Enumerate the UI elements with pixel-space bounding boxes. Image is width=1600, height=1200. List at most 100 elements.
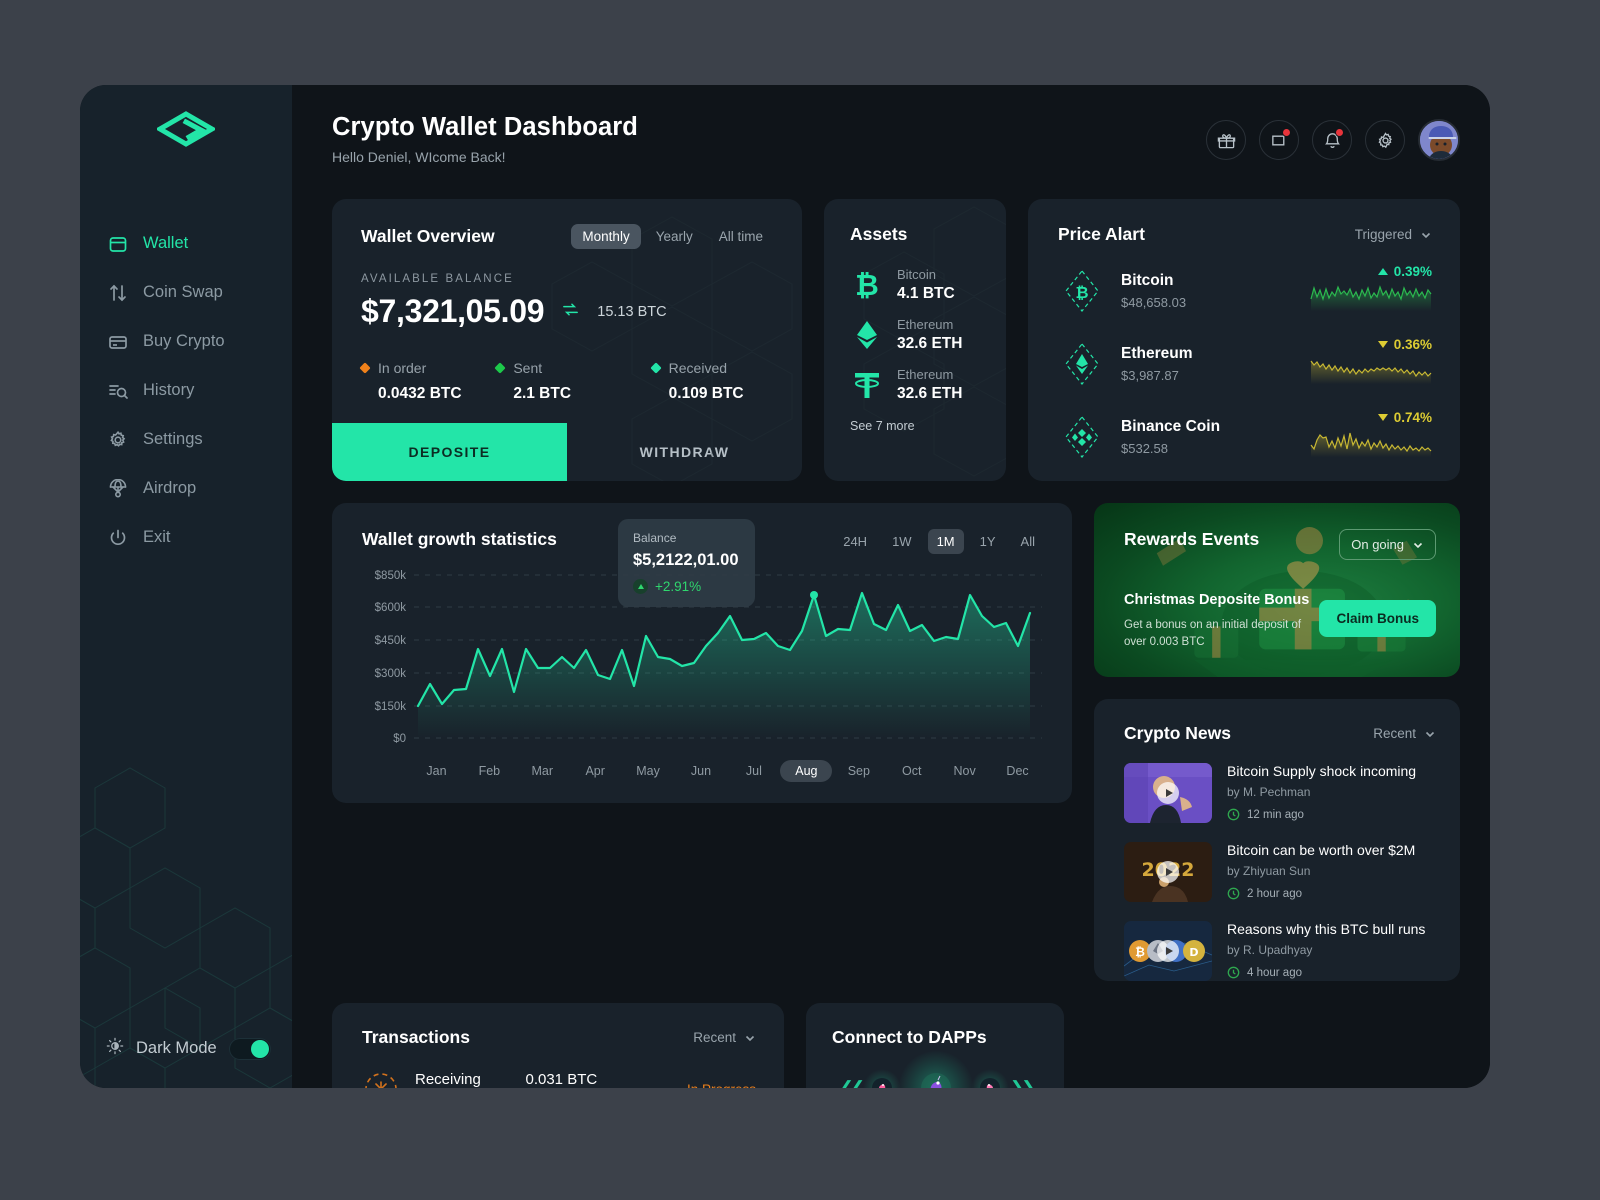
transaction-type: Receiving — [415, 1070, 481, 1088]
asset-item[interactable]: ₿ Bitcoin 4.1 BTC — [824, 260, 1006, 310]
x-tick-oct[interactable]: Oct — [885, 760, 938, 782]
coin-name: Ethereum — [1121, 345, 1193, 362]
wallet-growth-card: Wallet growth statistics 24H 1W 1M 1Y Al… — [332, 503, 1072, 803]
svg-text:$300k: $300k — [375, 668, 407, 680]
rewards-body: Christmas Deposite Bonus Get a bonus on … — [1124, 592, 1436, 650]
transactions-filter[interactable]: Recent — [693, 1030, 756, 1045]
gift-icon — [1217, 133, 1235, 148]
news-item-time: 4 hour ago — [1247, 966, 1302, 979]
balance-amount: $7,321,05.09 — [361, 293, 545, 329]
wallet-icon — [107, 233, 129, 255]
news-item-author: by Zhiyuan Sun — [1227, 864, 1311, 878]
claim-bonus-button[interactable]: Claim Bonus — [1319, 600, 1436, 637]
gear-icon — [107, 429, 129, 451]
sidebar-item-airdrop[interactable]: Airdrop — [80, 464, 292, 513]
header-icon-group — [1206, 119, 1460, 161]
chart-range-24h[interactable]: 24H — [834, 529, 876, 554]
play-icon — [1157, 782, 1179, 804]
dark-mode-label: Dark Mode — [136, 1039, 217, 1057]
app-window: Wallet Coin Swap Buy Crypto History Sett… — [80, 85, 1490, 1088]
dark-mode-toggle[interactable] — [228, 1037, 271, 1060]
transactions-header: Transactions Recent — [362, 1027, 756, 1048]
chevron-down-icon — [1421, 232, 1431, 238]
filter-label: Recent — [1373, 726, 1416, 741]
asset-name: Bitcoin — [897, 267, 937, 282]
news-list-item[interactable]: 2022 Bitcoin can be worth over $2M by Zh… — [1124, 842, 1436, 902]
transaction-row[interactable]: Receiving From: 13A...vy6z 0.031 BTC $15… — [362, 1070, 756, 1088]
swap-icon — [107, 282, 129, 304]
news-filter[interactable]: Recent — [1373, 726, 1436, 741]
news-item-time: 12 min ago — [1247, 808, 1304, 821]
x-tick-apr[interactable]: Apr — [569, 760, 622, 782]
chart-range-1y[interactable]: 1Y — [971, 529, 1005, 554]
sidebar-item-label: Settings — [143, 430, 203, 448]
message-button[interactable] — [1259, 120, 1299, 160]
dapp-item-left[interactable] — [863, 1069, 901, 1088]
news-thumbnail: 2022 — [1124, 842, 1212, 902]
sidebar-item-label: Coin Swap — [143, 283, 223, 301]
sidebar-item-exit[interactable]: Exit — [80, 513, 292, 562]
x-tick-sep[interactable]: Sep — [832, 760, 885, 782]
x-tick-dec[interactable]: Dec — [991, 760, 1044, 782]
x-tick-jun[interactable]: Jun — [675, 760, 728, 782]
range-all-time[interactable]: All time — [708, 224, 774, 249]
chart-range-all[interactable]: All — [1012, 529, 1044, 554]
x-tick-feb[interactable]: Feb — [463, 760, 516, 782]
price-alert-row[interactable]: Ethereum $3,987.87 0.36% — [1058, 337, 1432, 391]
price-alert-row[interactable]: ₿ Bitcoin $48,658.03 0.39% — [1058, 264, 1432, 318]
settings-button[interactable] — [1365, 120, 1405, 160]
power-icon — [107, 527, 129, 549]
rewards-events-card: Rewards Events On going Christmas Deposi… — [1094, 503, 1460, 677]
news-list-item[interactable]: ₿ D Reasons why this BTC bull runs by R.… — [1124, 921, 1436, 981]
withdraw-button[interactable]: WITHDRAW — [567, 423, 802, 481]
notifications-button[interactable] — [1312, 120, 1352, 160]
chart-range-1w[interactable]: 1W — [883, 529, 921, 554]
avatar[interactable] — [1418, 119, 1460, 161]
card-icon — [107, 331, 129, 353]
stat-label: Received — [668, 360, 728, 376]
change-percent: 0.39% — [1393, 264, 1432, 279]
price-alert-row[interactable]: Binance Coin $532.58 0.74% — [1058, 410, 1432, 464]
chart-active-point — [810, 591, 818, 599]
assets-list: ₿ Bitcoin 4.1 BTC Ethereum 32.6 ETH Ethe… — [824, 260, 1006, 410]
x-tick-nov[interactable]: Nov — [938, 760, 991, 782]
wallet-overview-body: AVAILABLE BALANCE $7,321,05.09 15.13 BTC… — [332, 249, 802, 403]
x-tick-may[interactable]: May — [622, 760, 675, 782]
sidebar-item-coin-swap[interactable]: Coin Swap — [80, 268, 292, 317]
available-balance-label: AVAILABLE BALANCE — [361, 273, 514, 285]
tether-icon — [855, 373, 879, 398]
app-logo[interactable] — [80, 85, 292, 177]
chevron-right-icon[interactable]: ❯❯ — [1010, 1078, 1035, 1088]
news-text-group: Bitcoin can be worth over $2M by Zhiyuan… — [1227, 842, 1415, 902]
ethereum-icon — [857, 321, 877, 349]
sidebar-item-buy-crypto[interactable]: Buy Crypto — [80, 317, 292, 366]
status-dot — [494, 362, 506, 374]
page-subtitle: Hello Deniel, WIcome Back! — [332, 149, 506, 165]
status-dot — [649, 362, 662, 374]
dapp-item-center[interactable] — [899, 1051, 973, 1088]
see-more-link[interactable]: See 7 more — [824, 419, 1006, 433]
x-tick-jul[interactable]: Jul — [727, 760, 780, 782]
brightness-icon — [106, 1037, 124, 1060]
chart-range-1m[interactable]: 1M — [927, 529, 964, 554]
x-tick-jan[interactable]: Jan — [410, 760, 463, 782]
coin-price: $48,658.03 — [1121, 295, 1187, 310]
range-monthly[interactable]: Monthly — [571, 224, 641, 249]
range-yearly[interactable]: Yearly — [645, 224, 704, 249]
chevron-left-icon[interactable]: ❮❮ — [840, 1078, 865, 1088]
asset-item[interactable]: Ethereum 32.6 ETH — [824, 310, 1006, 360]
sidebar-item-wallet[interactable]: Wallet — [80, 219, 292, 268]
x-tick-mar[interactable]: Mar — [516, 760, 569, 782]
uniswap-icon — [921, 1073, 951, 1088]
deposite-button[interactable]: DEPOSITE — [332, 423, 567, 481]
gift-button[interactable] — [1206, 120, 1246, 160]
sidebar-item-settings[interactable]: Settings — [80, 415, 292, 464]
sidebar-item-history[interactable]: History — [80, 366, 292, 415]
asset-item[interactable]: Ethereum 32.6 ETH — [824, 360, 1006, 410]
swap-currency-icon[interactable] — [561, 300, 580, 324]
news-list-item[interactable]: Bitcoin Supply shock incoming by M. Pech… — [1124, 763, 1436, 823]
dapp-item-right[interactable] — [971, 1069, 1009, 1088]
x-tick-aug[interactable]: Aug — [780, 760, 833, 782]
price-alert-filter[interactable]: Triggered — [1355, 227, 1432, 242]
rewards-filter[interactable]: On going — [1339, 529, 1436, 560]
